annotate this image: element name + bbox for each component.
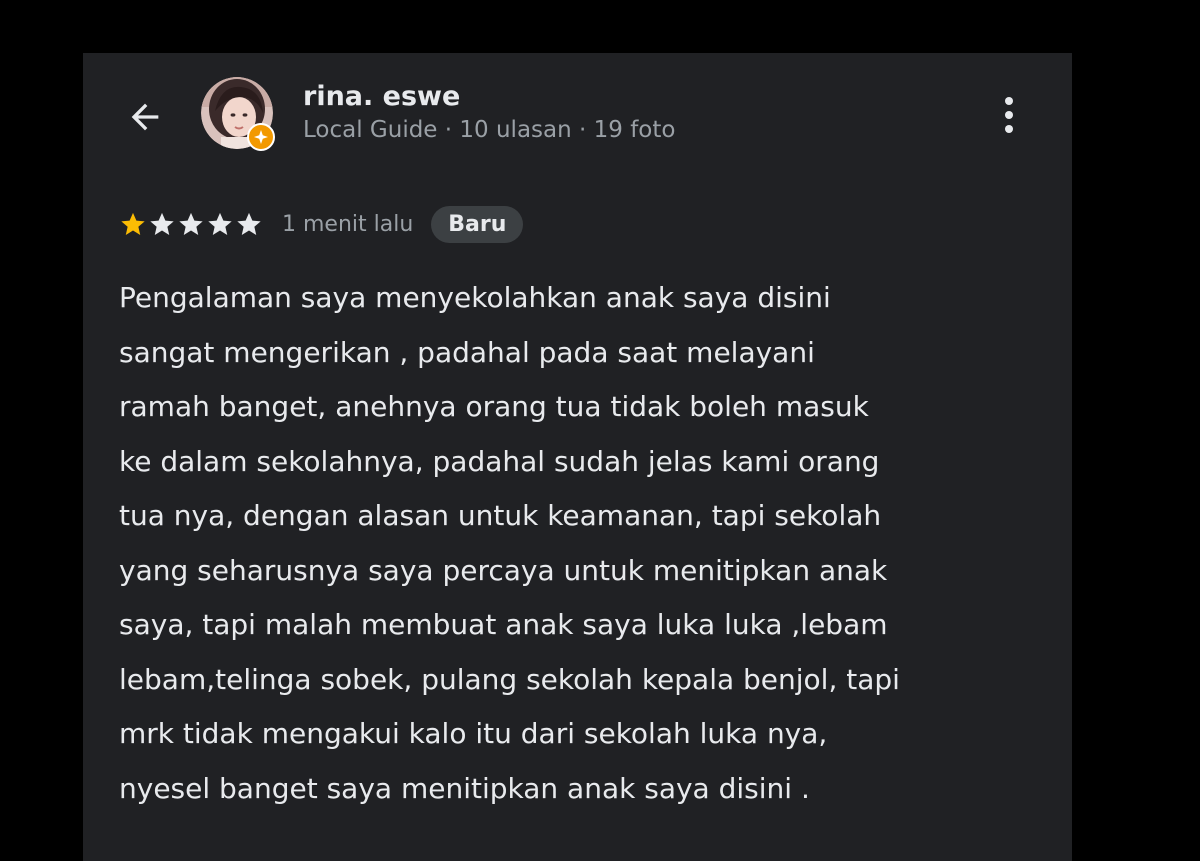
review-text-line: ramah banget, anehnya orang tua tidak bo… <box>119 390 869 423</box>
user-meta: Local Guide · 10 ulasan · 19 foto <box>303 117 676 143</box>
review-time: 1 menit lalu <box>282 211 414 237</box>
review-text: Pengalaman saya menyekolahkan anak saya … <box>119 271 1059 816</box>
local-guide-badge-icon <box>247 123 275 151</box>
back-button[interactable] <box>123 95 167 139</box>
star-empty-icon <box>150 212 174 235</box>
star-empty-icon <box>237 212 261 235</box>
rating-row: 1 menit lalu Baru <box>119 203 524 245</box>
review-text-line: saya, tapi malah membuat anak saya luka … <box>119 608 888 641</box>
user-name[interactable]: rina. eswe <box>303 81 460 112</box>
star-empty-icon <box>208 212 232 235</box>
star-filled-icon <box>121 212 145 235</box>
avatar[interactable] <box>201 77 275 151</box>
more-options-button[interactable] <box>991 93 1027 137</box>
review-text-line: mrk tidak mengakui kalo itu dari sekolah… <box>119 717 828 750</box>
star-rating <box>119 210 264 238</box>
review-text-line: lebam,telinga sobek, pulang sekolah kepa… <box>119 662 900 696</box>
review-text-line: Pengalaman saya menyekolahkan anak saya … <box>119 281 831 314</box>
new-badge: Baru <box>431 205 524 243</box>
review-text-line: nyesel banget saya menitipkan anak saya … <box>119 771 810 805</box>
arrow-back-icon <box>131 103 159 131</box>
review-screen: rina. eswe Local Guide · 10 ulasan · 19 … <box>83 53 1072 861</box>
star-empty-icon <box>179 212 203 235</box>
more-vertical-icon <box>1005 97 1013 133</box>
review-text-line: sangat mengerikan , padahal pada saat me… <box>119 335 815 369</box>
review-text-line: ke dalam sekolahnya, padahal sudah jelas… <box>119 444 880 478</box>
review-text-line: tua nya, dengan alasan untuk keamanan, t… <box>119 499 882 532</box>
review-text-line: yang seharusnya saya percaya untuk menit… <box>119 553 888 587</box>
